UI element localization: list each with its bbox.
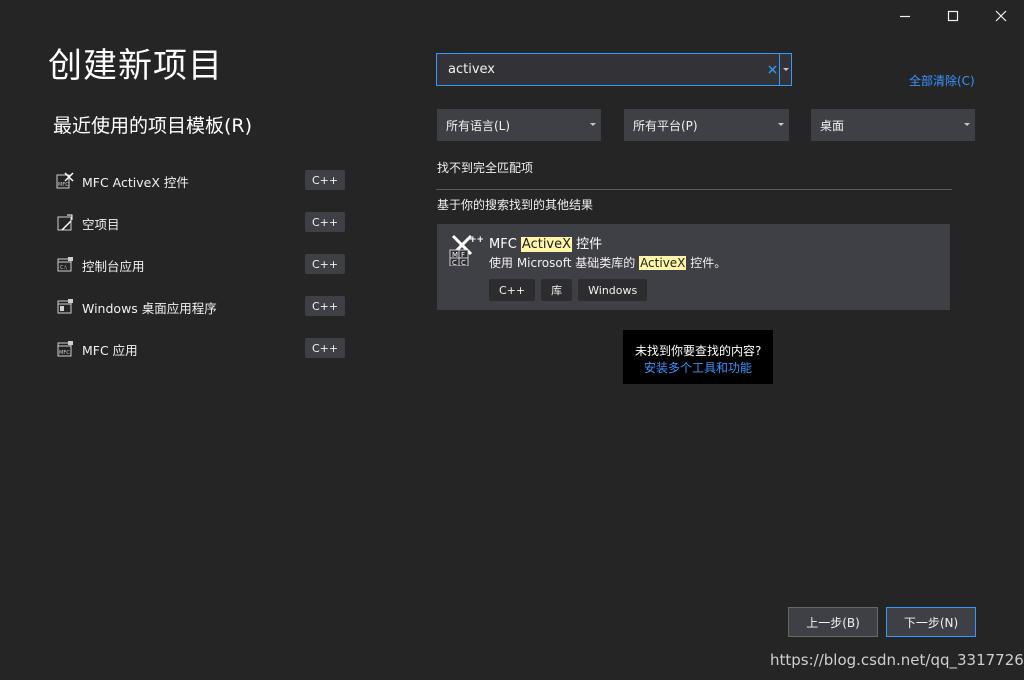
svg-text:++: ++ bbox=[469, 235, 483, 245]
language-tag: C++ bbox=[305, 296, 345, 316]
other-results-heading: 基于你的搜索找到的其他结果 bbox=[437, 198, 594, 212]
clear-all-link[interactable]: 全部清除(C) bbox=[909, 72, 975, 89]
recent-item-label: MFC 应用 bbox=[82, 342, 138, 358]
recent-item-windows-desktop[interactable]: Windows 桌面应用程序 C++ bbox=[52, 286, 348, 328]
result-title-prefix: MFC bbox=[489, 237, 521, 252]
console-app-icon: C:\ bbox=[55, 255, 75, 275]
chevron-down-icon bbox=[964, 123, 970, 126]
page-title: 创建新项目 bbox=[48, 46, 223, 86]
recent-item-label: 控制台应用 bbox=[82, 258, 145, 274]
recent-templates-list: MFC MFC ActiveX 控件 C++ 空项目 C++ C:\ 控制台应用… bbox=[52, 160, 348, 370]
language-tag: C++ bbox=[305, 170, 345, 190]
search-input[interactable] bbox=[437, 54, 768, 85]
watermark-text: https://blog.csdn.net/qq_33177268 bbox=[770, 651, 1024, 669]
empty-project-icon bbox=[55, 213, 75, 233]
recent-templates-heading: 最近使用的项目模板(R) bbox=[53, 115, 253, 137]
search-highlight: ActiveX bbox=[639, 256, 687, 270]
project-type-filter-value: 桌面 bbox=[820, 119, 845, 133]
svg-text:C:\: C:\ bbox=[60, 265, 67, 271]
result-title: MFC ActiveX 控件 bbox=[489, 233, 602, 252]
mfc-app-icon: MFC bbox=[55, 339, 75, 359]
svg-text:C: C bbox=[461, 259, 466, 266]
tag-project-type: 库 bbox=[541, 279, 573, 301]
svg-text:C: C bbox=[452, 259, 457, 266]
install-tools-link[interactable]: 安装多个工具和功能 bbox=[644, 359, 752, 376]
not-found-tooltip: 未找到你要查找的内容? 安装多个工具和功能 bbox=[623, 330, 773, 384]
divider bbox=[436, 189, 952, 190]
result-desc-prefix: 使用 Microsoft 基础类库的 bbox=[489, 256, 640, 270]
tag-language: C++ bbox=[489, 279, 536, 301]
minimize-icon[interactable] bbox=[882, 0, 928, 32]
recent-item-empty-project[interactable]: 空项目 C++ bbox=[52, 202, 348, 244]
maximize-icon[interactable] bbox=[930, 0, 976, 32]
not-found-question: 未找到你要查找的内容? bbox=[635, 344, 762, 358]
mfc-activex-icon: ++ M F C C bbox=[449, 232, 484, 267]
language-tag: C++ bbox=[305, 254, 345, 274]
svg-text:MFC: MFC bbox=[58, 182, 69, 188]
tag-platform: Windows bbox=[578, 279, 648, 301]
result-title-suffix: 控件 bbox=[572, 237, 603, 252]
recent-item-mfc-activex[interactable]: MFC MFC ActiveX 控件 C++ bbox=[52, 160, 348, 202]
recent-item-label: MFC ActiveX 控件 bbox=[82, 174, 189, 190]
platform-filter-select[interactable]: 所有平台(P) bbox=[624, 109, 789, 141]
search-highlight: ActiveX bbox=[520, 237, 573, 252]
back-button[interactable]: 上一步(B) bbox=[788, 607, 878, 637]
recent-item-console-app[interactable]: C:\ 控制台应用 C++ bbox=[52, 244, 348, 286]
next-button[interactable]: 下一步(N) bbox=[886, 607, 976, 637]
clear-search-icon[interactable] bbox=[765, 62, 779, 76]
result-desc-suffix: 控件。 bbox=[686, 256, 727, 270]
result-description: 使用 Microsoft 基础类库的 ActiveX 控件。 bbox=[489, 254, 726, 271]
result-tags: C++ 库 Windows bbox=[489, 279, 648, 301]
project-type-filter-select[interactable]: 桌面 bbox=[811, 109, 975, 141]
language-filter-value: 所有语言(L) bbox=[446, 119, 511, 133]
close-icon[interactable] bbox=[978, 0, 1024, 32]
language-filter-select[interactable]: 所有语言(L) bbox=[437, 109, 601, 141]
mfc-activex-icon: MFC bbox=[55, 171, 75, 191]
template-search-box bbox=[436, 53, 792, 86]
language-tag: C++ bbox=[305, 212, 345, 232]
result-item-mfc-activex[interactable]: ++ M F C C MFC ActiveX 控件 使用 Microsoft 基… bbox=[437, 224, 950, 310]
language-tag: C++ bbox=[305, 338, 345, 358]
windows-desktop-icon bbox=[55, 297, 75, 317]
chevron-down-icon bbox=[778, 123, 784, 126]
no-exact-match-text: 找不到完全匹配项 bbox=[437, 161, 534, 175]
svg-text:MFC: MFC bbox=[59, 350, 70, 356]
recent-item-label: Windows 桌面应用程序 bbox=[82, 300, 217, 316]
recent-item-label: 空项目 bbox=[82, 216, 120, 232]
search-history-dropdown-icon[interactable] bbox=[779, 54, 791, 85]
chevron-down-icon bbox=[590, 123, 596, 126]
platform-filter-value: 所有平台(P) bbox=[633, 119, 698, 133]
recent-item-mfc-app[interactable]: MFC MFC 应用 C++ bbox=[52, 328, 348, 370]
